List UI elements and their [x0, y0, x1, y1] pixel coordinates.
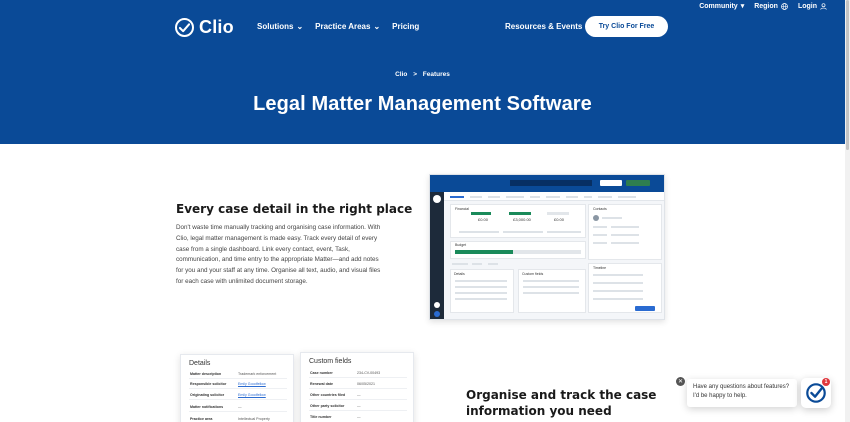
row-value: Intellectual Property [238, 417, 270, 421]
page-title: Legal Matter Management Software [253, 93, 592, 115]
row-link[interactable]: Emily Goodfellow [238, 393, 266, 397]
breadcrumb-home[interactable]: Clio [395, 71, 407, 78]
section-title: Every case detail in the right place [176, 202, 413, 216]
community-menu[interactable]: Community ▾ [699, 2, 745, 11]
close-icon[interactable]: ✕ [676, 377, 685, 386]
utility-bar: Community ▾ Region Login [699, 2, 827, 10]
user-icon [820, 2, 827, 10]
nav-practice-areas-label: Practice Areas [315, 22, 371, 31]
financial-label: Financial [455, 207, 470, 211]
row-value: Trademark enforcement [238, 372, 277, 376]
kpi-value: £0.00 [553, 217, 564, 222]
login-label: Login [797, 2, 817, 10]
hero-header: Community ▾ Region Login Clio Solutions ⌄ … [0, 0, 845, 144]
timeline-label: Timeline [593, 266, 607, 270]
chevron-down-icon: ▾ [740, 3, 745, 10]
chat-message[interactable]: Have any questions about features? I'd b… [687, 379, 797, 407]
nav-resources-label: Resources & Events [505, 22, 583, 31]
row-label: Renewal date [310, 382, 333, 386]
login-link[interactable]: Login [798, 3, 827, 10]
nav-solutions[interactable]: Solutions ⌄ [257, 22, 303, 31]
chevron-down-icon: ⌄ [296, 22, 304, 31]
timeline-panel: Timeline [588, 263, 662, 313]
app-button [600, 180, 622, 186]
kpi-value: £0.00 [477, 217, 488, 222]
row-value: 06/05/2021 [357, 382, 375, 386]
contact-avatar [593, 215, 599, 221]
app-topbar [430, 175, 664, 192]
custom-fields-panel: Custom fields [518, 269, 586, 313]
details-label: Details [454, 272, 465, 276]
row-label: Matter description [190, 372, 222, 376]
check-circle-icon [175, 18, 194, 37]
matter-dashboard-screenshot: Financial £0.00 £3,000.00 £0.00 Budget D… [429, 174, 665, 320]
breadcrumb-current: Features [422, 71, 450, 78]
row-label: Other party solicitor [310, 404, 345, 408]
community-label: Community [699, 2, 738, 10]
budget-progress [455, 250, 513, 254]
kpi-value: £3,000.00 [513, 217, 531, 222]
budget-label: Budget [455, 243, 467, 247]
details-card: Details Matter description Trademark enf… [180, 354, 294, 422]
nav-pricing[interactable]: Pricing [392, 22, 419, 31]
app-button [626, 180, 650, 186]
financial-panel: Financial £0.00 £3,000.00 £0.00 [450, 204, 586, 238]
logo-text: Clio [199, 17, 234, 37]
row-label: Other countries filed [310, 393, 346, 397]
globe-icon [781, 2, 788, 10]
region-label: Region [754, 2, 778, 10]
nav-pricing-label: Pricing [392, 22, 420, 31]
app-tabs [444, 192, 664, 201]
row-label: Matter notifications [190, 405, 224, 409]
nav-resources-events[interactable]: Resources & Events⌄ [505, 22, 592, 31]
app-help-icon [434, 311, 440, 317]
app-save-button [635, 306, 655, 311]
scrollbar-thumb[interactable] [846, 0, 849, 150]
nav-practice-areas[interactable]: Practice Areas ⌄ [315, 22, 380, 31]
try-clio-button[interactable]: Try Clio For Free [585, 16, 668, 37]
row-label: Practice area [190, 417, 213, 421]
app-search-bar [510, 180, 592, 186]
row-label: Title number [310, 415, 332, 419]
nav-solutions-label: Solutions [257, 22, 294, 31]
budget-panel: Budget [450, 241, 586, 259]
notification-badge: 1 [822, 378, 830, 386]
main-nav: Solutions ⌄ Practice Areas ⌄ Pricing [257, 22, 419, 31]
app-logo-icon [433, 195, 441, 203]
clio-logo[interactable]: Clio [175, 17, 234, 38]
row-label: Responsible solicitor [190, 382, 227, 386]
details-panel: Details [450, 269, 514, 313]
row-value: — [357, 415, 361, 419]
row-value: 234-CV-00493 [357, 371, 381, 375]
custom-fields-card: Custom fields Case number 234-CV-00493 R… [300, 352, 414, 422]
page: Community ▾ Region Login Clio Solutions ⌄ … [0, 0, 850, 422]
breadcrumb: Clio > Features [0, 71, 845, 78]
region-menu[interactable]: Region [754, 3, 788, 10]
app-sidebar [430, 192, 444, 319]
details-card-title: Details [189, 360, 211, 367]
contacts-panel: Contacts [588, 204, 662, 260]
section-title: Organise and track the case information … [466, 388, 657, 418]
app-avatar-icon [434, 302, 440, 308]
row-label: Originating solicitor [190, 393, 225, 397]
row-value: — [238, 405, 242, 409]
row-label: Case number [310, 371, 333, 375]
contacts-label: Contacts [593, 207, 607, 211]
row-link[interactable]: Emily Goodfellow [238, 382, 266, 386]
custom-fields-label: Custom fields [522, 272, 544, 276]
custom-fields-card-title: Custom fields [309, 358, 352, 365]
section-body: Don't waste time manually tracking and o… [176, 224, 381, 285]
chevron-down-icon: ⌄ [373, 22, 381, 31]
row-value: — [357, 393, 361, 397]
breadcrumb-separator: > [413, 71, 417, 78]
row-value: — [357, 404, 361, 408]
